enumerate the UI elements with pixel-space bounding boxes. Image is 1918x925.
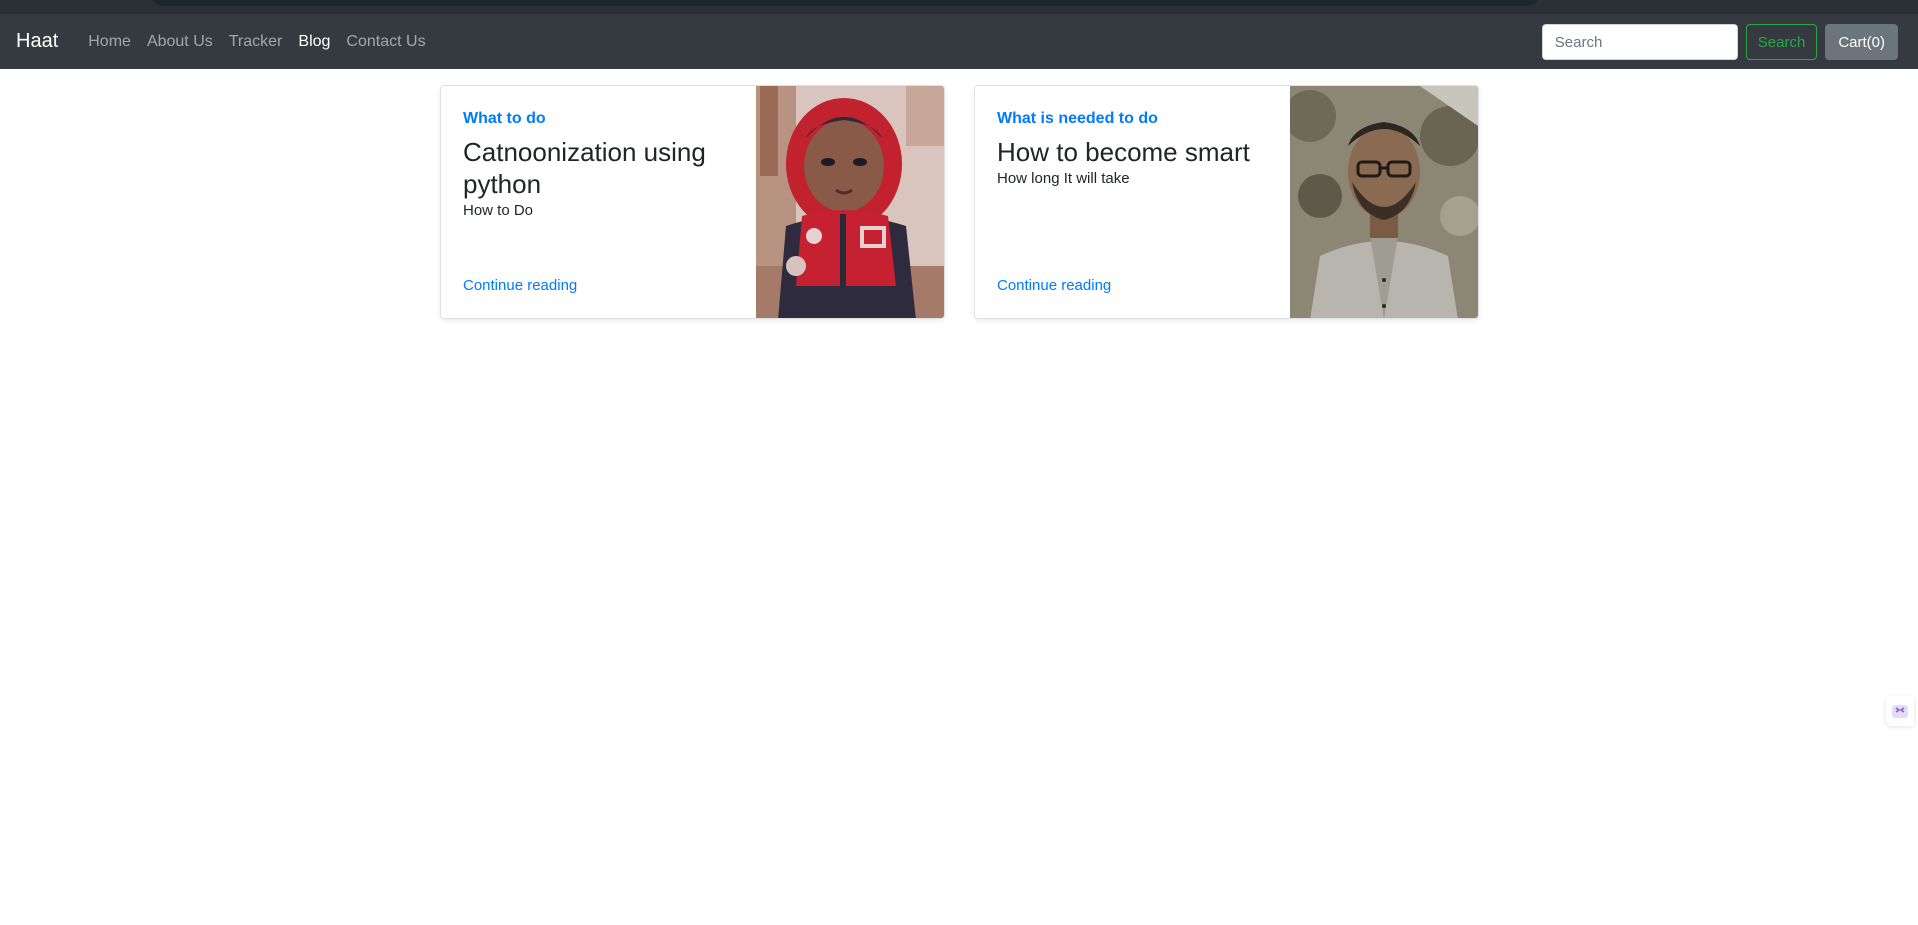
blog-post-card: What is needed to do How to become smart… [974,85,1479,319]
post-subtitle: How to Do [463,202,534,219]
nav-link-home[interactable]: Home [80,25,139,59]
post-category: What is needed to do [997,110,1158,127]
child-in-red-hoodie-photo-icon [756,86,944,318]
post-thumbnail-image [756,86,944,318]
post-subtitle: How long It will take [997,170,1130,187]
nav-link-blog[interactable]: Blog [290,25,338,59]
post-title: How to become smart [997,137,1250,167]
browser-top-strip [0,0,1918,14]
side-assistant-widget[interactable] [1886,696,1914,726]
assistant-widget-icon [1892,705,1908,718]
post-title: Catnoonization using python [463,137,706,199]
search-button[interactable]: Search [1745,24,1818,60]
search-input[interactable] [1541,24,1738,60]
cart-button[interactable]: Cart(0) [1825,24,1898,60]
continue-reading-link[interactable]: Continue reading [997,277,1111,294]
continue-reading-link[interactable]: Continue reading [463,277,577,294]
navbar: Haat Home About Us Tracker Blog Contact … [0,14,1918,69]
post-thumbnail-image [1290,86,1478,318]
card-body: What to do Catnoonization using python H… [463,110,743,219]
brand-logo[interactable]: Haat [16,30,58,53]
browser-address-pill [150,0,1540,6]
nav-link-contact-us[interactable]: Contact Us [338,25,433,59]
blog-post-card: What to do Catnoonization using python H… [440,85,945,319]
post-category: What to do [463,110,546,127]
nav-link-about-us[interactable]: About Us [139,25,221,59]
nav-link-tracker[interactable]: Tracker [221,25,291,59]
man-with-glasses-photo-icon [1290,86,1478,318]
nav-search-form: Search Cart(0) [1541,24,1898,60]
card-body: What is needed to do How to become smart… [997,110,1277,187]
nav-links: Home About Us Tracker Blog Contact Us [80,25,433,59]
